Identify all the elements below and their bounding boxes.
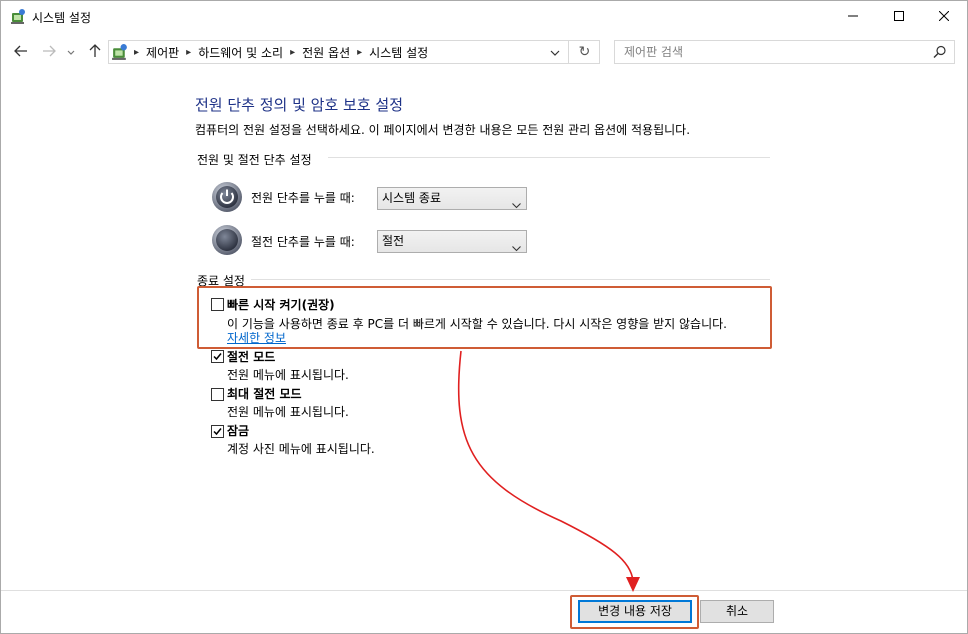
address-bar[interactable]: ▸ 제어판 ▸ 하드웨어 및 소리 ▸ 전원 옵션 ▸ 시스템 설정 ↻ (108, 40, 600, 64)
chevron-down-icon (550, 45, 560, 59)
minimize-button[interactable] (830, 1, 876, 32)
forward-button[interactable] (39, 42, 59, 62)
section-divider (251, 279, 770, 280)
up-button[interactable] (85, 42, 105, 62)
search-icon[interactable] (933, 45, 947, 59)
breadcrumb-separator-icon[interactable]: ▸ (134, 47, 139, 58)
refresh-button[interactable]: ↻ (570, 41, 599, 63)
refresh-icon: ↻ (578, 44, 591, 60)
lock-description: 계정 사진 메뉴에 표시됩니다. (227, 442, 375, 456)
power-section-header: 전원 및 절전 단추 설정 (197, 153, 312, 167)
breadcrumb: ▸ 제어판 ▸ 하드웨어 및 소리 ▸ 전원 옵션 ▸ 시스템 설정 (133, 44, 428, 61)
back-arrow-icon (14, 45, 28, 60)
fast-startup-checkbox[interactable] (211, 298, 224, 311)
close-icon (938, 10, 950, 24)
breadcrumb-item-hardware-sound[interactable]: 하드웨어 및 소리 (198, 44, 283, 61)
sleep-title[interactable]: 절전 모드 (227, 348, 275, 365)
breadcrumb-item-power-options[interactable]: 전원 옵션 (302, 44, 350, 61)
forward-arrow-icon (42, 45, 56, 60)
lock-title[interactable]: 잠금 (227, 422, 249, 439)
main-content: 전원 단추 정의 및 암호 보호 설정 컴퓨터의 전원 설정을 선택하세요. 이… (1, 72, 967, 590)
maximize-icon (894, 10, 904, 24)
hibernate-description: 전원 메뉴에 표시됩니다. (227, 405, 349, 419)
minimize-icon (848, 10, 858, 24)
system-settings-window: 시스템 설정 ▸ 제어판 ▸ 하드웨어 및 소리 ▸ 전원 옵션 ▸ 시스템 설… (0, 0, 968, 634)
power-button-icon (211, 181, 243, 213)
power-button-action-select[interactable]: 시스템 종료 (377, 187, 527, 210)
navigation-bar: ▸ 제어판 ▸ 하드웨어 및 소리 ▸ 전원 옵션 ▸ 시스템 설정 ↻ (1, 32, 967, 72)
control-panel-icon (111, 43, 129, 61)
more-info-link[interactable]: 자세한 정보 (227, 329, 286, 346)
sleep-button-action-value: 절전 (382, 234, 405, 248)
footer-divider (1, 590, 967, 591)
chevron-down-icon (512, 195, 521, 209)
close-button[interactable] (921, 1, 967, 32)
recent-locations-button[interactable] (64, 42, 78, 62)
window-title: 시스템 설정 (32, 11, 92, 25)
chevron-down-icon (67, 45, 75, 59)
address-history-dropdown[interactable] (544, 41, 566, 63)
lock-checkbox[interactable] (211, 425, 224, 438)
breadcrumb-separator-icon[interactable]: ▸ (357, 47, 362, 58)
breadcrumb-item-control-panel[interactable]: 제어판 (146, 44, 179, 61)
sleep-checkbox[interactable] (211, 350, 224, 363)
maximize-button[interactable] (876, 1, 922, 32)
fast-startup-title[interactable]: 빠른 시작 켜기(권장) (227, 296, 335, 313)
title-bar[interactable]: 시스템 설정 (1, 1, 967, 32)
breadcrumb-separator-icon[interactable]: ▸ (186, 47, 191, 58)
sleep-button-icon (211, 224, 243, 256)
sleep-description: 전원 메뉴에 표시됩니다. (227, 368, 349, 382)
sleep-button-label: 절전 단추를 누를 때: (251, 235, 355, 249)
save-changes-button[interactable]: 변경 내용 저장 (578, 600, 692, 623)
search-input[interactable] (615, 41, 925, 63)
power-button-action-value: 시스템 종료 (382, 191, 442, 205)
address-divider (568, 41, 569, 63)
power-button-label: 전원 단추를 누를 때: (251, 191, 355, 205)
checkmark-icon (213, 428, 222, 436)
sleep-button-action-select[interactable]: 절전 (377, 230, 527, 253)
checkmark-icon (213, 353, 222, 361)
chevron-down-icon (512, 238, 521, 252)
up-arrow-icon (89, 43, 101, 61)
fast-startup-description: 이 기능을 사용하면 종료 후 PC를 더 빠르게 시작할 수 있습니다. 다시… (227, 317, 727, 331)
breadcrumb-separator-icon[interactable]: ▸ (290, 47, 295, 58)
page-description: 컴퓨터의 전원 설정을 선택하세요. 이 페이지에서 변경한 내용은 모든 전원… (195, 123, 691, 137)
hibernate-checkbox[interactable] (211, 388, 224, 401)
control-panel-icon (10, 8, 27, 25)
back-button[interactable] (11, 42, 31, 62)
section-divider (328, 157, 770, 158)
cancel-button[interactable]: 취소 (700, 600, 774, 623)
hibernate-title[interactable]: 최대 절전 모드 (227, 385, 302, 402)
breadcrumb-item-system-settings[interactable]: 시스템 설정 (369, 44, 428, 61)
page-title: 전원 단추 정의 및 암호 보호 설정 (195, 96, 404, 114)
search-box[interactable] (614, 40, 955, 64)
